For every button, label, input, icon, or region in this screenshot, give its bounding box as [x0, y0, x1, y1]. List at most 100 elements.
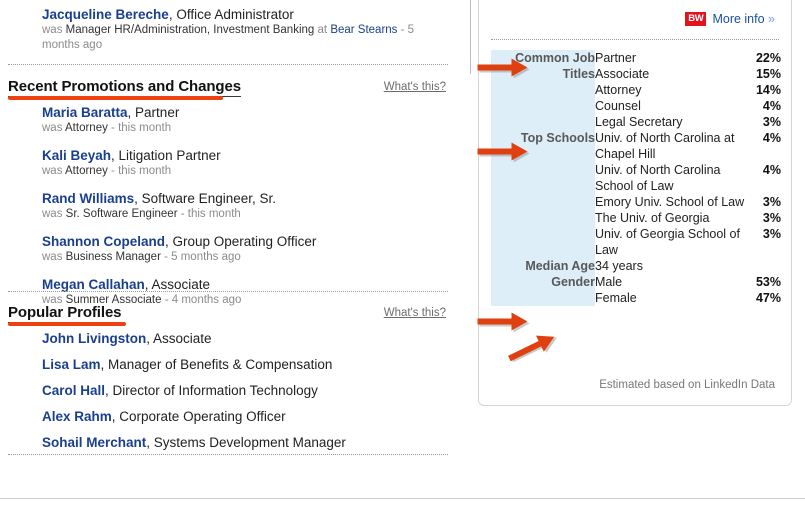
list-item: Lisa Lam, Manager of Benefits & Compensa…	[0, 356, 440, 373]
stat-percent: 4%	[747, 98, 781, 114]
section-divider	[8, 64, 448, 65]
stat-percent: 4%	[747, 130, 781, 162]
chevron-right-icon: »	[768, 12, 775, 26]
stat-value: Univ. of North Carolina School of Law	[595, 162, 747, 194]
person-title: , Software Engineer, Sr.	[134, 191, 276, 206]
person-title: , Litigation Partner	[111, 148, 221, 163]
company-stats-panel: BW More info » Common Job TitlesPartner2…	[478, 0, 792, 406]
stat-percent: 3%	[747, 114, 781, 130]
table-row: Common Job TitlesPartner22%	[491, 50, 781, 66]
person-subline: was Sr. Software Engineer - this month	[42, 207, 440, 222]
person-name-link[interactable]: Alex Rahm	[42, 409, 112, 424]
stat-value: Male	[595, 274, 747, 290]
stat-value: Counsel	[595, 98, 747, 114]
person-subline: was Business Manager - 5 months ago	[42, 250, 440, 265]
table-row: GenderMale53%	[491, 274, 781, 290]
person-headline: John Livingston, Associate	[42, 330, 440, 347]
person-title: , Office Administrator	[169, 7, 294, 22]
person-subline: was Manager HR/Administration, Investmen…	[42, 23, 432, 53]
timestamp: - this month	[111, 122, 171, 134]
list-item: Alex Rahm, Corporate Operating Officer	[0, 408, 440, 425]
whats-this-link[interactable]: What's this?	[384, 307, 446, 319]
person-name-link[interactable]: Rand Williams	[42, 191, 134, 206]
previous-title: Attorney	[65, 122, 108, 134]
person-headline: Jacqueline Bereche, Office Administrator	[42, 6, 472, 23]
list-item: Sohail Merchant, Systems Development Man…	[0, 434, 440, 451]
person-title: , Partner	[128, 105, 180, 120]
stat-value: Univ. of Georgia School of Law	[595, 226, 747, 258]
previous-title: Attorney	[65, 165, 108, 177]
person-name-link[interactable]: Lisa Lam	[42, 357, 101, 372]
person-subline: was Attorney - this month	[42, 164, 440, 179]
stat-percent: 4%	[747, 162, 781, 194]
timestamp: - this month	[181, 208, 241, 220]
stat-value: Partner	[595, 50, 747, 66]
list-item: John Livingston, Associate	[0, 330, 440, 347]
was-label: was	[42, 251, 62, 263]
stat-value: Associate	[595, 66, 747, 82]
person-title: , Manager of Benefits & Compensation	[101, 357, 333, 372]
person-name-link[interactable]: Carol Hall	[42, 383, 105, 398]
stat-percent: 47%	[747, 290, 781, 306]
list-item: Carol Hall, Director of Information Tech…	[0, 382, 440, 399]
was-label: was	[42, 208, 62, 220]
person-name-link[interactable]: Shannon Copeland	[42, 234, 165, 249]
was-label: was	[42, 24, 62, 36]
timestamp: - this month	[111, 165, 171, 177]
more-info-link[interactable]: More info »	[712, 12, 775, 26]
stat-value: Female	[595, 290, 747, 306]
person-name-link[interactable]: Jacqueline Bereche	[42, 7, 169, 22]
company-link[interactable]: Bear Stearns	[330, 24, 397, 36]
stat-value: Attorney	[595, 82, 747, 98]
person-name-link[interactable]: Maria Baratta	[42, 105, 128, 120]
list-item: Rand Williams, Software Engineer, Sr.was…	[0, 190, 440, 222]
footer-divider	[0, 498, 805, 499]
person-headline: Rand Williams, Software Engineer, Sr.	[42, 190, 440, 207]
data-source-note: Estimated based on LinkedIn Data	[599, 379, 775, 391]
stat-percent: 53%	[747, 274, 781, 290]
stat-value: Univ. of North Carolina at Chapel Hill	[595, 130, 747, 162]
person-title: , Group Operating Officer	[165, 234, 316, 249]
person-title: , Systems Development Manager	[146, 435, 346, 450]
annotation-underline-popular	[8, 322, 126, 326]
whats-this-link[interactable]: What's this?	[384, 81, 446, 93]
page-title: Recent Promotions and Changes	[8, 78, 241, 95]
stat-value: The Univ. of Georgia	[595, 210, 747, 226]
promotions-list: Maria Baratta, Partner was Attorney - thi…	[0, 104, 440, 319]
list-item: Jacqueline Bereche, Office Administrator…	[0, 6, 472, 53]
list-item: Kali Beyah, Litigation Partnerwas Attorn…	[0, 147, 440, 179]
person-name-link[interactable]: John Livingston	[42, 331, 146, 346]
panel-divider	[491, 39, 779, 40]
person-title: , Corporate Operating Officer	[112, 409, 286, 424]
list-item: Maria Baratta, Partnerwas Attorney - thi…	[0, 104, 440, 136]
page-title: Popular Profiles	[8, 304, 121, 321]
previous-title: Manager HR/Administration, Investment Ba…	[66, 24, 315, 36]
stat-percent	[747, 258, 781, 274]
person-headline: Lisa Lam, Manager of Benefits & Compensa…	[42, 356, 440, 373]
more-info-row[interactable]: BW More info »	[685, 12, 775, 26]
gender-label: Gender	[491, 274, 595, 306]
previous-title: Business Manager	[66, 251, 161, 263]
person-headline: Maria Baratta, Partner	[42, 104, 440, 121]
person-headline: Kali Beyah, Litigation Partner	[42, 147, 440, 164]
annotation-underline-promotions	[8, 96, 223, 100]
previous-title: Sr. Software Engineer	[66, 208, 178, 220]
stat-percent: 3%	[747, 194, 781, 210]
person-title: , Director of Information Technology	[105, 383, 318, 398]
table-row: Median Age34 years	[491, 258, 781, 274]
stat-value: 34 years	[595, 258, 747, 274]
person-name-link[interactable]: Megan Callahan	[42, 277, 145, 292]
more-info-label: More info	[712, 12, 764, 26]
person-name-link[interactable]: Sohail Merchant	[42, 435, 146, 450]
stat-value: Emory Univ. School of Law	[595, 194, 747, 210]
stat-percent: 3%	[747, 210, 781, 226]
person-name-link[interactable]: Kali Beyah	[42, 148, 111, 163]
person-headline: Carol Hall, Director of Information Tech…	[42, 382, 440, 399]
popular-profiles-list: John Livingston, Associate Lisa Lam, Mana…	[0, 330, 440, 460]
median-age-label: Median Age	[491, 258, 595, 274]
was-label: was	[42, 165, 62, 177]
person-headline: Shannon Copeland, Group Operating Office…	[42, 233, 440, 250]
stat-percent: 22%	[747, 50, 781, 66]
at-label: at	[318, 24, 328, 36]
section-divider	[8, 454, 448, 455]
